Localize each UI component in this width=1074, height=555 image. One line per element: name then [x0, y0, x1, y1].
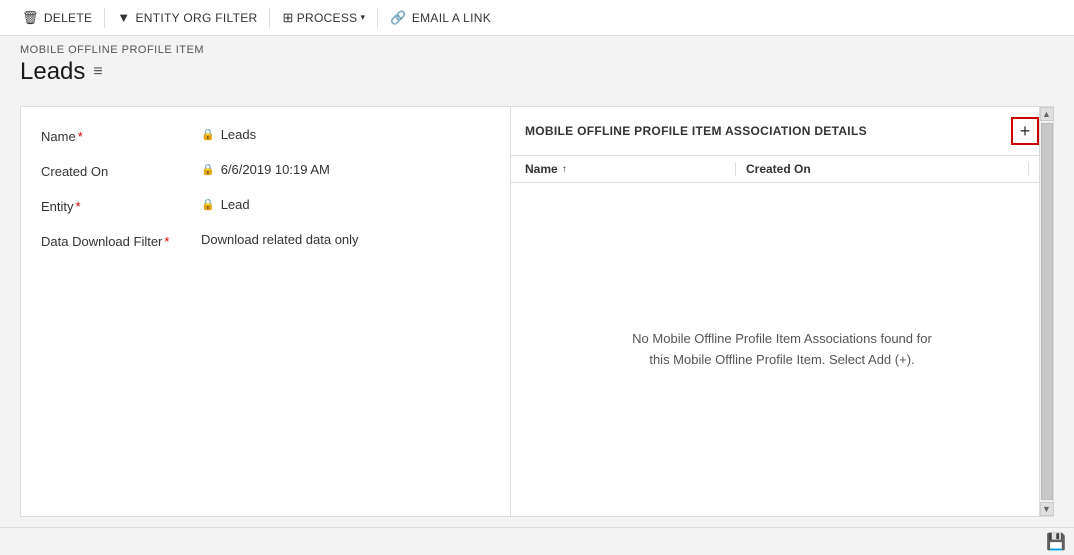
form-row-entity: Entity* 🔒 Lead [41, 197, 490, 214]
lock-icon-created: 🔒 [201, 163, 215, 176]
bottom-bar: 💾 [0, 527, 1074, 555]
page-title-row: Leads ≡ [20, 58, 1054, 86]
trash-icon: 🗑 [22, 10, 39, 26]
process-label: PROCESS [297, 11, 358, 25]
col-divider-2 [1028, 162, 1029, 176]
empty-message: No Mobile Offline Profile Item Associati… [632, 329, 932, 371]
page-subtitle: MOBILE OFFLINE PROFILE ITEM [20, 44, 1054, 56]
col-header-name: Name ↑ [525, 162, 725, 176]
page-header: MOBILE OFFLINE PROFILE ITEM Leads ≡ [0, 36, 1074, 96]
email-label: EMAIL A LINK [412, 11, 491, 25]
process-icon: ⊞ [282, 10, 293, 26]
value-filter: Download related data only [201, 232, 359, 247]
required-entity: * [76, 199, 81, 214]
page-menu-icon[interactable]: ≡ [93, 63, 102, 81]
lock-icon-entity: 🔒 [201, 198, 215, 211]
label-entity: Entity* [41, 197, 201, 214]
panels-wrapper: Name* 🔒 Leads Created On 🔒 6/6/2019 10:1… [20, 106, 1054, 517]
value-entity: 🔒 Lead [201, 197, 250, 212]
assoc-title: MOBILE OFFLINE PROFILE ITEM ASSOCIATION … [525, 124, 867, 138]
form-row-filter: Data Download Filter* Download related d… [41, 232, 490, 249]
empty-state: No Mobile Offline Profile Item Associati… [511, 183, 1053, 516]
filter-label: ENTITY ORG FILTER [135, 11, 257, 25]
sort-arrow-name[interactable]: ↑ [562, 164, 567, 175]
lock-icon-name: 🔒 [201, 128, 215, 141]
label-name: Name* [41, 127, 201, 144]
form-row-name: Name* 🔒 Leads [41, 127, 490, 144]
scroll-up-arrow[interactable]: ▲ [1040, 107, 1054, 121]
required-name: * [78, 129, 83, 144]
value-name: 🔒 Leads [201, 127, 256, 142]
label-filter: Data Download Filter* [41, 232, 201, 249]
page-title-text: Leads [20, 58, 85, 86]
col-divider [735, 162, 736, 176]
association-panel: MOBILE OFFLINE PROFILE ITEM ASSOCIATION … [511, 107, 1053, 516]
process-button[interactable]: ⊞ PROCESS ▾ [270, 0, 377, 35]
email-link-button[interactable]: 🔗 EMAIL A LINK [378, 0, 503, 35]
filter-icon: ▼ [117, 10, 130, 25]
process-dropdown-arrow: ▾ [360, 12, 365, 23]
delete-button[interactable]: 🗑 DELETE [10, 0, 104, 35]
add-association-button[interactable]: + [1011, 117, 1039, 145]
email-icon: 🔗 [390, 10, 407, 26]
content-area: Name* 🔒 Leads Created On 🔒 6/6/2019 10:1… [0, 96, 1074, 527]
main-toolbar: 🗑 DELETE ▼ ENTITY ORG FILTER ⊞ PROCESS ▾… [0, 0, 1074, 36]
label-created: Created On [41, 162, 201, 179]
scrollbar[interactable]: ▲ ▼ [1039, 107, 1053, 516]
form-row-created: Created On 🔒 6/6/2019 10:19 AM [41, 162, 490, 179]
col-header-created: Created On [746, 162, 1018, 176]
scroll-down-arrow[interactable]: ▼ [1040, 502, 1054, 516]
value-created: 🔒 6/6/2019 10:19 AM [201, 162, 330, 177]
form-panel: Name* 🔒 Leads Created On 🔒 6/6/2019 10:1… [21, 107, 511, 516]
assoc-table-header: Name ↑ Created On [511, 156, 1053, 183]
entity-org-filter-button[interactable]: ▼ ENTITY ORG FILTER [105, 0, 269, 35]
required-filter: * [164, 234, 169, 249]
scroll-thumb[interactable] [1041, 123, 1053, 500]
delete-label: DELETE [44, 11, 92, 25]
save-icon[interactable]: 💾 [1046, 532, 1066, 552]
assoc-header: MOBILE OFFLINE PROFILE ITEM ASSOCIATION … [511, 107, 1053, 156]
